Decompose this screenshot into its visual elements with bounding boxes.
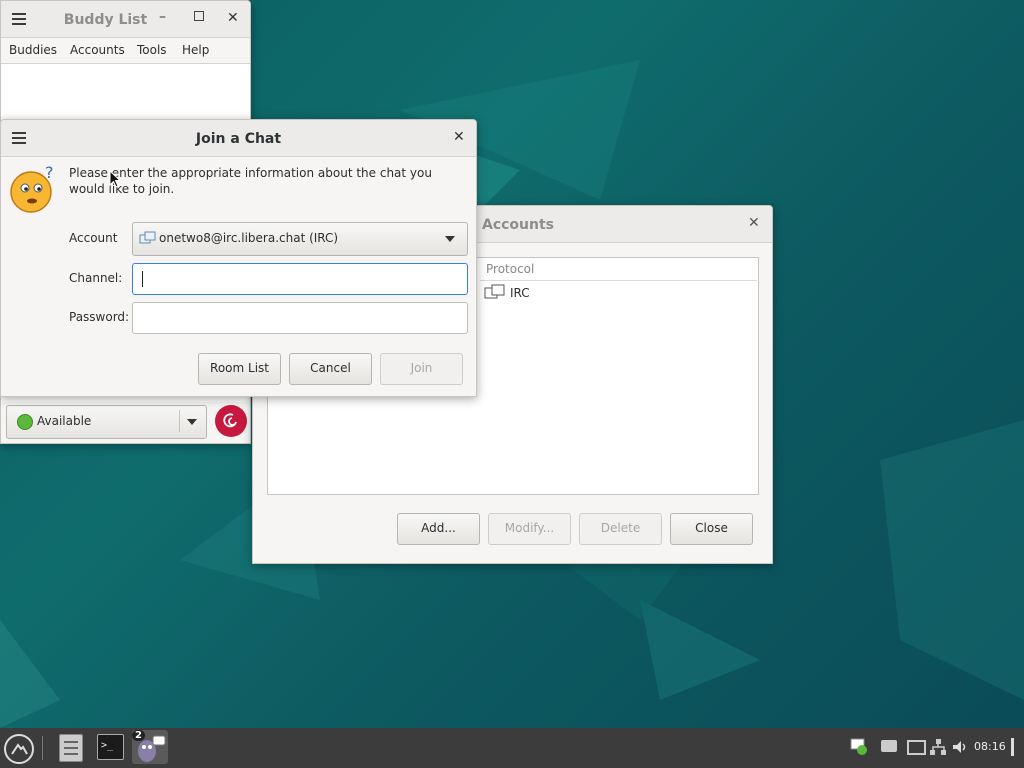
join-chat-titlebar: Join a Chat ✕ [1, 120, 476, 157]
irc-protocol-icon [484, 284, 505, 299]
maximize-icon[interactable] [194, 11, 204, 21]
modify-account-button[interactable]: Modify... [488, 513, 571, 545]
dropdown-divider [179, 410, 180, 432]
status-label: Available [37, 414, 92, 428]
mouse-pointer-icon [109, 170, 122, 188]
password-input[interactable] [132, 302, 468, 334]
taskbar: >_ 2 08:16 [0, 728, 1024, 768]
join-chat-dialog: Join a Chat ✕ ? Please enter the appropr… [0, 119, 477, 397]
svg-text:?: ? [45, 164, 54, 182]
power-icon[interactable] [1011, 738, 1014, 756]
channel-label: Channel: [69, 271, 123, 285]
menu-help[interactable]: Help [182, 43, 209, 57]
chevron-down-icon [187, 419, 197, 425]
account-selector[interactable]: onetwo8@irc.libera.chat (IRC) [132, 222, 468, 256]
close-icon[interactable]: ✕ [453, 129, 465, 145]
status-selector[interactable]: Available [6, 405, 207, 439]
delete-account-button[interactable]: Delete [579, 513, 662, 545]
protocol-cell: IRC [510, 286, 530, 300]
pidgin-tray-icon[interactable] [850, 738, 868, 756]
menu-tools[interactable]: Tools [137, 43, 167, 57]
room-list-button[interactable]: Room List [198, 353, 281, 385]
printer-icon[interactable] [881, 740, 897, 752]
menu-accounts[interactable]: Accounts [70, 43, 125, 57]
cancel-button[interactable]: Cancel [289, 353, 372, 385]
close-icon[interactable]: ✕ [748, 215, 760, 231]
chevron-down-icon [445, 236, 455, 242]
notification-badge: 2 [132, 730, 145, 741]
join-button[interactable]: Join [380, 353, 463, 385]
add-account-button[interactable]: Add... [397, 513, 480, 545]
table-row[interactable]: IRC [480, 282, 757, 304]
buddy-list-titlebar: Buddy List – ✕ [1, 1, 250, 38]
protocol-column-header[interactable]: Protocol [480, 258, 757, 281]
channel-input[interactable] [132, 263, 468, 295]
text-cursor [142, 271, 143, 287]
volume-icon[interactable] [951, 738, 969, 756]
close-button[interactable]: Close [670, 513, 753, 545]
available-status-icon [17, 414, 33, 430]
taskbar-separator [42, 736, 43, 760]
debian-logo-icon[interactable] [215, 405, 247, 437]
account-value: onetwo8@irc.libera.chat (IRC) [159, 231, 339, 245]
close-icon[interactable]: ✕ [227, 10, 239, 26]
protocol-header-label: Protocol [486, 262, 535, 276]
menu-buddies[interactable]: Buddies [9, 43, 57, 57]
join-chat-title: Join a Chat [195, 131, 282, 147]
terminal-icon[interactable]: >_ [97, 734, 124, 760]
account-label: Account [69, 231, 118, 245]
irc-protocol-icon [139, 231, 156, 244]
buddy-list-title: Buddy List [63, 12, 148, 28]
thinking-smiley-icon: ? [10, 164, 54, 213]
password-label: Password: [69, 310, 130, 324]
display-icon[interactable] [907, 740, 926, 755]
join-chat-instructions: Please enter the appropriate information… [69, 166, 432, 196]
pidgin-taskbar-icon[interactable]: 2 [132, 730, 168, 764]
file-manager-icon[interactable] [59, 734, 83, 762]
network-icon[interactable] [929, 738, 947, 756]
clock[interactable]: 08:16 [974, 740, 1006, 753]
app-menu-icon[interactable] [4, 734, 34, 764]
minimize-icon[interactable]: – [159, 9, 166, 25]
